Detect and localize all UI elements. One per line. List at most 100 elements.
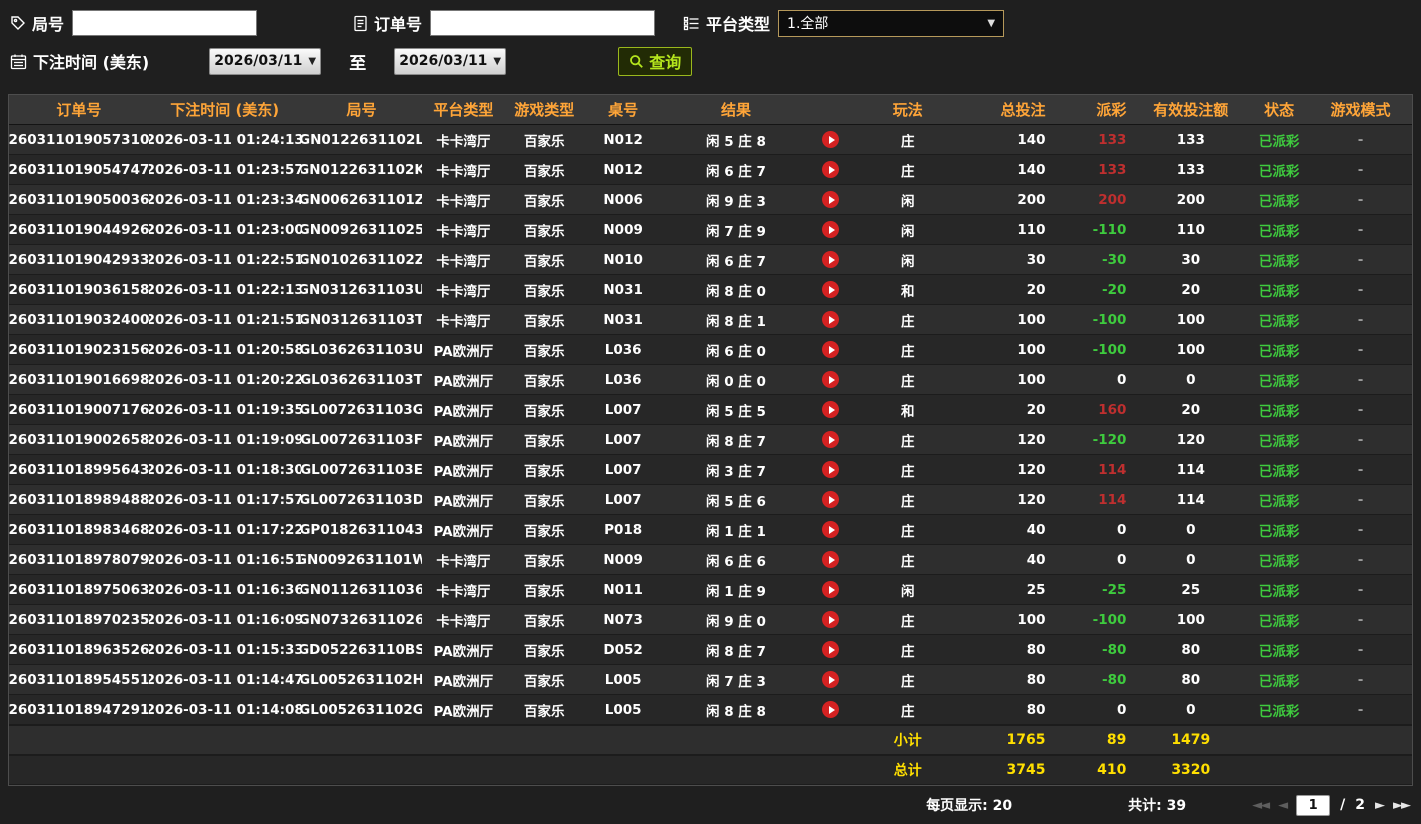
cell-valid_bet: 114 [1176, 491, 1205, 508]
cell-platform: 卡卡湾厅 [436, 223, 491, 240]
play-video-icon[interactable] [822, 461, 840, 478]
table-row: 260311019044926 2026-03-11 01:23:00 GN0092… [9, 215, 1412, 245]
cell-game_id: GL0052631102H [300, 671, 423, 688]
cell-table_no: N073 [603, 611, 643, 628]
play-video-icon[interactable] [822, 701, 840, 718]
play-video-icon[interactable] [822, 431, 840, 448]
cell-payout: -100 [1092, 611, 1127, 628]
last-page-button[interactable]: ►► [1393, 798, 1411, 813]
table-row: 260311019054747 2026-03-11 01:23:57 GN0122… [9, 155, 1412, 185]
cell-payout: 114 [1098, 491, 1127, 508]
cell-bet_type: 庄 [900, 703, 915, 720]
cell-mode: - [1357, 461, 1364, 478]
summary-empty-cell [1309, 726, 1412, 754]
play-video-icon[interactable] [822, 671, 840, 688]
table-row: 260311019042933 2026-03-11 01:22:51 GN0102… [9, 245, 1412, 275]
platform-type-select[interactable]: 1.全部 ▼ [778, 9, 1005, 37]
summary-empty-cell [149, 756, 301, 784]
play-cell [810, 185, 852, 214]
cell-game_type: 百家乐 [523, 313, 565, 330]
filter-bar: 局号 订单号 平台类型 1.全部 ▼ 下注时间 (美东) 2026/03/11 … [0, 0, 1421, 82]
play-video-icon[interactable] [822, 611, 840, 628]
play-video-icon[interactable] [822, 551, 840, 568]
summary-empty-cell [422, 726, 504, 754]
cell-bet_time: 2026-03-11 01:22:13 [148, 281, 301, 298]
play-video-icon[interactable] [822, 311, 840, 328]
date-from-picker[interactable]: 2026/03/11 ▼ [209, 47, 322, 75]
cell-payout: -100 [1092, 341, 1127, 358]
cell-valid_bet: 30 [1181, 251, 1201, 268]
summary-empty-cell [422, 756, 504, 784]
cell-mode: - [1357, 641, 1364, 658]
cell-bet_type: 庄 [900, 673, 915, 690]
current-page-input[interactable]: 1 [1296, 794, 1331, 816]
cell-result: 闲 3 庄 7 [706, 463, 766, 480]
cell-bet_type: 庄 [900, 163, 915, 180]
cell-valid_bet: 0 [1186, 551, 1196, 568]
play-video-icon[interactable] [822, 221, 840, 238]
play-video-icon[interactable] [822, 641, 840, 658]
summary-payout: 89 [1106, 732, 1127, 748]
cell-platform: PA欧洲厅 [433, 373, 494, 390]
cell-result: 闲 8 庄 0 [706, 283, 766, 300]
cell-valid_bet: 200 [1176, 191, 1205, 208]
column-header-bet_time: 下注时间 (美东) [170, 101, 280, 119]
play-cell [810, 665, 852, 694]
cell-total_bet: 20 [1026, 401, 1046, 418]
play-video-icon[interactable] [822, 491, 840, 508]
play-video-icon[interactable] [822, 161, 840, 178]
play-video-icon[interactable] [822, 251, 840, 268]
cell-payout: 114 [1098, 461, 1127, 478]
cell-game_type: 百家乐 [523, 283, 565, 300]
cell-table_no: L036 [604, 371, 642, 388]
summary-empty-cell [301, 726, 423, 754]
play-cell [810, 365, 852, 394]
game-no-input[interactable] [72, 10, 258, 36]
play-video-icon[interactable] [822, 131, 840, 148]
cell-mode: - [1357, 581, 1364, 598]
cell-status: 已派彩 [1258, 163, 1300, 180]
cell-valid_bet: 20 [1181, 281, 1201, 298]
play-video-icon[interactable] [822, 341, 840, 358]
cell-order_id: 260311018983468 [9, 521, 149, 538]
search-button[interactable]: 查询 [618, 46, 693, 76]
play-cell [810, 515, 852, 544]
play-video-icon[interactable] [822, 521, 840, 538]
tag-icon [10, 15, 26, 31]
cell-status: 已派彩 [1258, 313, 1300, 330]
cell-payout: -25 [1102, 581, 1127, 598]
first-page-button[interactable]: ◄◄ [1252, 798, 1270, 813]
table-row: 260311019036158 2026-03-11 01:22:13 GN0312… [9, 275, 1412, 305]
cell-game_type: 百家乐 [523, 673, 565, 690]
cell-table_no: N009 [603, 551, 643, 568]
cell-total_bet: 120 [1017, 431, 1046, 448]
order-no-input[interactable] [430, 10, 656, 36]
cell-result: 闲 7 庄 9 [706, 223, 766, 240]
column-header-table_no: 桌号 [608, 101, 639, 119]
cell-status: 已派彩 [1258, 403, 1300, 420]
play-video-icon[interactable] [822, 371, 840, 388]
play-video-icon[interactable] [822, 191, 840, 208]
cell-table_no: P018 [604, 521, 643, 538]
column-header-platform: 平台类型 [433, 101, 494, 119]
date-to-picker[interactable]: 2026/03/11 ▼ [394, 47, 507, 75]
cell-valid_bet: 110 [1176, 221, 1205, 238]
play-video-icon[interactable] [822, 401, 840, 418]
total-pages: 2 [1355, 797, 1365, 813]
prev-page-button[interactable]: ◄ [1278, 798, 1288, 813]
next-page-button[interactable]: ► [1375, 798, 1385, 813]
play-video-icon[interactable] [822, 581, 840, 598]
cell-table_no: N006 [603, 191, 643, 208]
cell-status: 已派彩 [1258, 373, 1300, 390]
cell-payout: 0 [1116, 371, 1127, 388]
cell-status: 已派彩 [1258, 643, 1300, 660]
cell-total_bet: 100 [1017, 371, 1046, 388]
column-header-mode: 游戏模式 [1330, 101, 1391, 119]
table-row: 260311018947291 2026-03-11 01:14:08 GL0052… [9, 695, 1412, 725]
cell-table_no: L036 [604, 341, 642, 358]
cell-bet_type: 庄 [900, 613, 915, 630]
play-cell [810, 425, 852, 454]
cell-order_id: 260311019002658 [9, 431, 149, 448]
play-video-icon[interactable] [822, 281, 840, 298]
cell-game_id: GN0092631101W [300, 551, 423, 568]
